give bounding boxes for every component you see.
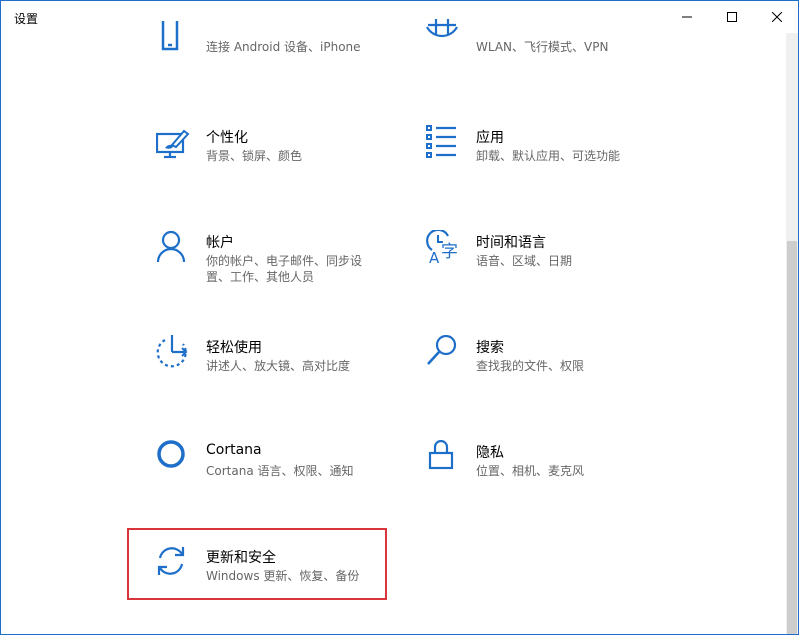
svg-text:A: A <box>429 249 440 266</box>
time-language-icon: A 字 <box>426 230 458 266</box>
tile-name: 应用 <box>476 130 504 146</box>
tile-description: 讲述人、放大镜、高对比度 <box>206 359 351 373</box>
tile-name: 搜索 <box>476 340 504 356</box>
tile-description: 语音、区域、日期 <box>476 254 573 268</box>
svg-text:字: 字 <box>441 242 458 262</box>
tile-name: 帐户 <box>206 235 234 251</box>
person-icon <box>156 230 186 263</box>
settings-tile-ease-of-access[interactable]: 轻松使用 讲述人、放大镜、高对比度 <box>156 335 406 405</box>
phone-icon <box>161 21 179 51</box>
globe-icon <box>426 19 458 38</box>
tile-description: 你的帐户、电子邮件、同步设置、工作、其他人员 <box>206 254 363 284</box>
maximize-button[interactable] <box>709 1 755 33</box>
minimize-icon <box>682 16 692 18</box>
ease-of-access-icon <box>156 335 188 368</box>
close-button[interactable] <box>754 1 798 33</box>
settings-tile-cortana[interactable]: Cortana Cortana 语言、权限、通知 <box>156 440 406 510</box>
settings-tile-phone[interactable]: 连接 Android 设备、iPhone <box>156 11 406 81</box>
settings-tile-search[interactable]: 搜索 查找我的文件、权限 <box>426 335 676 405</box>
settings-tile-personalization[interactable]: 个性化 背景、锁屏、颜色 <box>156 125 406 195</box>
settings-tile-accounts[interactable]: 帐户 你的帐户、电子邮件、同步设置、工作、其他人员 <box>156 230 406 300</box>
settings-tile-time-language[interactable]: A 字 时间和语言 语音、区域、日期 <box>426 230 676 300</box>
tile-description: 位置、相机、麦克风 <box>476 464 585 478</box>
tile-name: 时间和语言 <box>476 235 546 251</box>
vertical-scrollbar[interactable] <box>786 33 798 634</box>
tile-description: 查找我的文件、权限 <box>476 359 585 373</box>
personalization-icon <box>156 129 190 159</box>
tile-name: 轻松使用 <box>206 340 262 356</box>
settings-window: 设置 连接 Android 设备、iPhone WLAN、飞行模式、VPN 个性… <box>0 0 799 635</box>
cortana-icon <box>157 440 185 468</box>
scrollbar-thumb[interactable] <box>787 241 797 634</box>
search-icon <box>427 335 457 365</box>
tile-description: 背景、锁屏、颜色 <box>206 149 303 163</box>
settings-tile-apps[interactable]: 应用 卸载、默认应用、可选功能 <box>426 125 676 195</box>
settings-tile-privacy[interactable]: 隐私 位置、相机、麦克风 <box>426 440 676 510</box>
tile-name: 隐私 <box>476 445 504 461</box>
close-icon <box>772 12 782 22</box>
tile-description: WLAN、飞行模式、VPN <box>476 40 609 54</box>
window-title: 设置 <box>14 12 39 26</box>
settings-tile-network[interactable]: WLAN、飞行模式、VPN <box>426 11 676 81</box>
lock-icon <box>428 440 454 470</box>
maximize-icon <box>727 12 737 22</box>
highlight-box <box>127 528 387 600</box>
tile-name: 个性化 <box>206 130 248 146</box>
tile-description: 连接 Android 设备、iPhone <box>206 40 361 54</box>
tile-description: 卸载、默认应用、可选功能 <box>476 149 621 163</box>
tile-name: Cortana <box>206 442 262 458</box>
apps-icon <box>426 125 456 158</box>
tile-description: Cortana 语言、权限、通知 <box>206 464 354 478</box>
